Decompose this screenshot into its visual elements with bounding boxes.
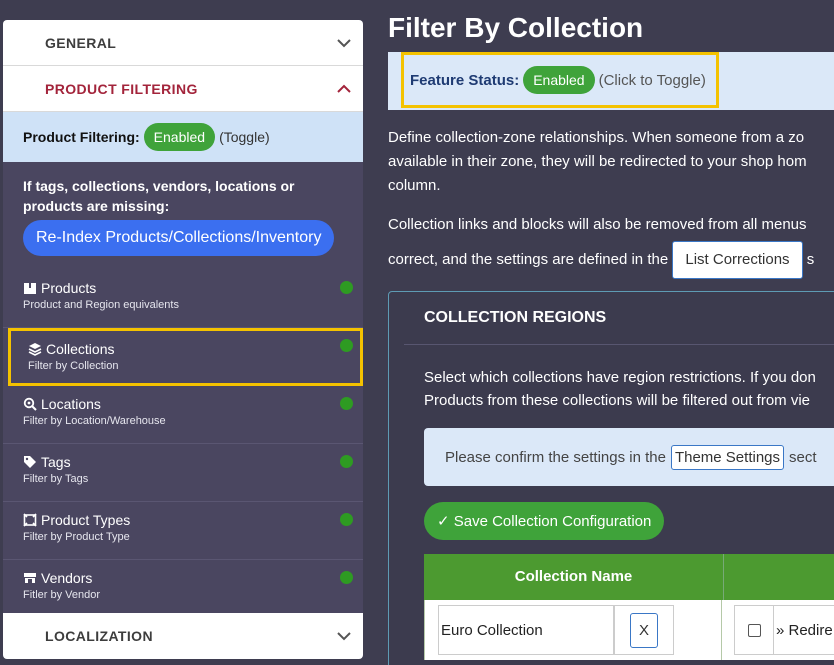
settings-sidebar: GENERAL PRODUCT FILTERING Product Filter… — [3, 20, 363, 659]
theme-settings-notice: Please confirm the settings in the Theme… — [424, 428, 834, 486]
sidebar-item-tags[interactable]: Tags Filter by Tags — [3, 444, 363, 502]
product-filtering-label: Product Filtering: — [23, 129, 140, 145]
sidebar-item-label: Products — [41, 280, 97, 296]
sidebar-item-product-types[interactable]: Product Types Filter by Product Type — [3, 502, 363, 560]
sidebar-item-sub: Filter by Tags — [23, 473, 89, 485]
panel-description-line: Select which collections have region res… — [424, 369, 816, 386]
sidebar-item-products[interactable]: Products Product and Region equivalents — [3, 270, 363, 328]
redirect-checkbox[interactable] — [747, 623, 761, 637]
remove-collection-button[interactable]: X — [629, 612, 658, 648]
product-filtering-enabled-badge[interactable]: Enabled — [143, 123, 216, 151]
feature-status: Feature Status: Enabled (Click to Toggle… — [401, 52, 719, 108]
product-filtering-status: Product Filtering: Enabled (Toggle) — [3, 112, 363, 162]
tag-icon — [24, 456, 36, 468]
column-header-region — [724, 554, 834, 600]
sidebar-item-locations[interactable]: Locations Filter by Location/Warehouse — [3, 386, 363, 444]
collection-regions-panel: COLLECTION REGIONS Select which collecti… — [388, 291, 834, 665]
sidebar-item-vendors[interactable]: Vendors Fitler by Vendor — [3, 560, 363, 618]
panel-description-line: Products from these collections will be … — [424, 392, 810, 409]
accordion-general[interactable]: GENERAL — [3, 20, 363, 66]
panel-heading: COLLECTION REGIONS — [404, 292, 834, 345]
column-header-collection-name: Collection Name — [424, 554, 724, 600]
accordion-product-filtering[interactable]: PRODUCT FILTERING — [3, 66, 363, 112]
accordion-localization-label: LOCALIZATION — [45, 628, 153, 644]
feature-status-label: Feature Status: — [410, 71, 520, 89]
save-collection-configuration-button[interactable]: ✓ Save Collection Configuration — [424, 502, 665, 540]
sidebar-item-sub: Filter by Collection — [28, 360, 119, 372]
filter-nav: Products Product and Region equivalents … — [3, 270, 363, 618]
notice-text: Please confirm the settings in the — [445, 448, 666, 466]
product-type-icon — [23, 513, 37, 527]
description-line: correct, and the settings are defined in… — [388, 250, 669, 268]
description-line: available in their zone, they will be re… — [388, 153, 807, 170]
sidebar-item-label: Vendors — [41, 570, 93, 586]
table-header: Collection Name — [424, 554, 834, 600]
collection-name-field[interactable]: Euro Collection — [438, 605, 614, 655]
description-1: Define collection-zone relationships. Wh… — [388, 126, 807, 198]
page-title: Filter By Collection — [388, 12, 644, 43]
checkbox-wrap — [734, 605, 774, 655]
store-icon — [24, 573, 36, 583]
description-line: Define collection-zone relationships. Wh… — [388, 129, 805, 146]
sidebar-item-sub: Product and Region equivalents — [23, 299, 179, 311]
accordion-general-label: GENERAL — [45, 34, 117, 51]
panel-description: Select which collections have region res… — [424, 366, 816, 412]
status-dot — [340, 571, 353, 584]
sidebar-item-sub: Fitler by Vendor — [23, 589, 101, 601]
status-dot — [340, 455, 353, 468]
sidebar-item-sub: Filter by Location/Warehouse — [23, 415, 166, 427]
status-dot — [340, 397, 353, 410]
chevron-up-icon — [337, 84, 351, 93]
sidebar-item-label: Locations — [41, 396, 101, 412]
collection-name-cell: Euro Collection X — [425, 600, 722, 660]
status-dot — [340, 513, 353, 526]
description-line: column. — [388, 177, 441, 194]
chevron-down-icon — [337, 38, 351, 47]
box-icon — [24, 283, 36, 294]
notice-text-tail: sect — [789, 448, 817, 466]
search-location-icon — [23, 397, 37, 411]
sidebar-item-label: Product Types — [41, 512, 131, 528]
description-line-tail: s — [806, 250, 815, 268]
layers-icon — [28, 343, 42, 356]
product-filtering-toggle-link[interactable]: (Toggle) — [219, 129, 270, 145]
feature-enabled-badge[interactable]: Enabled — [523, 66, 595, 94]
chevron-down-icon — [337, 632, 351, 641]
accordion-product-filtering-label: PRODUCT FILTERING — [45, 80, 198, 97]
status-dot — [340, 281, 353, 294]
redirect-label: » Redire — [774, 605, 834, 655]
list-corrections-button[interactable]: List Corrections — [672, 241, 803, 279]
sidebar-item-label: Tags — [41, 454, 71, 470]
table-row: Euro Collection X » Redire — [424, 600, 834, 660]
remove-cell: X — [614, 605, 674, 655]
feature-toggle-link[interactable]: (Click to Toggle) — [599, 72, 706, 89]
sidebar-item-sub: Filter by Product Type — [23, 531, 130, 543]
reindex-button[interactable]: Re-Index Products/Collections/Inventory — [23, 220, 335, 256]
sidebar-item-collections[interactable]: Collections Filter by Collection — [8, 328, 363, 386]
description-2: Collection links and blocks will also be… — [388, 213, 814, 279]
redirect-cell: » Redire — [722, 600, 834, 660]
sidebar-item-label: Collections — [46, 341, 115, 357]
collection-table: Collection Name Euro Collection X » Redi… — [424, 554, 834, 660]
description-line: Collection links and blocks will also be… — [388, 216, 807, 233]
theme-settings-button[interactable]: Theme Settings — [670, 444, 785, 470]
accordion-localization[interactable]: LOCALIZATION — [3, 613, 363, 659]
status-dot — [340, 339, 353, 352]
missing-items-text: If tags, collections, vendors, locations… — [23, 178, 295, 214]
